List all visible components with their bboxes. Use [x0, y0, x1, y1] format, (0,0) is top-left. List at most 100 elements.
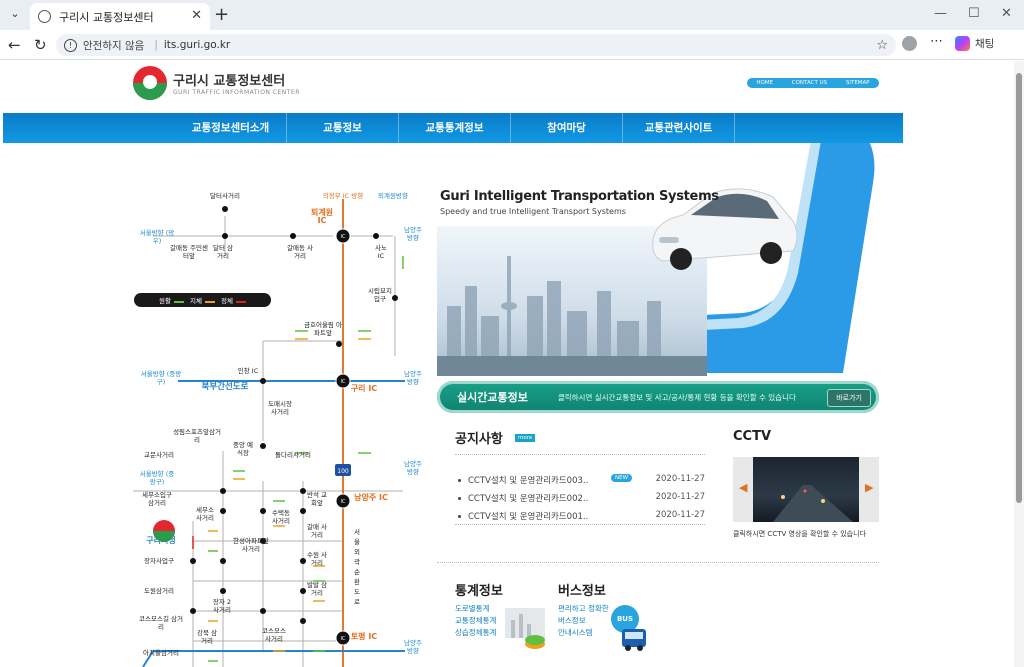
map-label-cosmos-2: 코스모스 사거리 — [262, 627, 286, 643]
top-links: HOME CONTACT US SITEMAP — [747, 78, 879, 88]
site-logo[interactable]: 구리시 교통정보센터 GURI TRAFFIC INFORMATION CENT… — [133, 66, 300, 100]
url-separator: | — [154, 39, 158, 51]
minimize-icon[interactable]: — — [934, 6, 947, 21]
browser-tab[interactable]: 구리시 교통정보센터 ✕ — [30, 3, 210, 30]
contact-link[interactable]: CONTACT US — [792, 80, 827, 86]
cctv-caption: 클릭하시면 CCTV 영상을 확인할 수 있습니다 — [733, 530, 867, 538]
url-field[interactable]: ! 안전하지 않음 | its.guri.go.kr ☆ — [56, 34, 896, 56]
legend-jam: 정체 — [221, 295, 246, 305]
realtime-info-banner[interactable]: 실시간교통정보 클릭하시면 실시간교통정보 및 사고/공사/통제 현황 등을 확… — [437, 381, 879, 413]
map-label-namyang-3: 남양주 방향 — [404, 460, 422, 476]
menu-traffic-info[interactable]: 교통정보 — [287, 113, 399, 143]
map-label-seoul-mangu: 서울방향 (망우) — [139, 229, 175, 245]
main-navigation: 교통정보센터소개 교통정보 교통통계정보 참여마당 교통관련사이트 — [3, 113, 903, 143]
notice-item[interactable]: CCTV설치 및 운영관리카드003.. NEW 2020-11-27 — [455, 474, 705, 492]
window-close-icon[interactable]: ✕ — [1001, 6, 1012, 21]
close-icon[interactable]: ✕ — [191, 8, 202, 23]
stats-link-road[interactable]: 도로별통계 — [455, 603, 496, 615]
copilot-button[interactable]: 채팅 — [955, 36, 994, 51]
map-label-galmae-center: 갈매동 주민센터앞 — [170, 244, 208, 260]
notice-heading: 공지사항 — [455, 432, 503, 447]
map-label-namyang-ic: 남양주 IC — [354, 493, 388, 502]
menu-participation[interactable]: 참여마당 — [511, 113, 623, 143]
notice-divider — [455, 454, 705, 455]
warning-icon: ! — [64, 38, 77, 52]
menu-traffic-stats[interactable]: 교통통계정보 — [399, 113, 511, 143]
map-label-seoul-jungrang: 서울방향 (중랑구) — [140, 370, 182, 386]
map-label-ring-road: 서울외곽순환도로 — [354, 528, 360, 606]
map-label-balbal: 발발 삼거리 — [306, 581, 327, 597]
map-label-suwon: 수원 사거리 — [306, 551, 327, 567]
stats-links: 도로별통계 교통정체통계 상습정체통계 — [455, 603, 496, 639]
tab-list-chevron-icon[interactable]: ⌄ — [6, 7, 24, 23]
legend-slow: 지체 — [190, 295, 215, 305]
guri-city-emblem-icon — [153, 520, 175, 542]
map-label-seoul-jungrang-2: 서울방향 (중랑구) — [139, 470, 175, 486]
cctv-heading: CCTV — [733, 429, 772, 444]
map-label-toegyewon-dir: 퇴계원방향 — [378, 192, 408, 200]
copilot-icon — [955, 36, 970, 51]
more-dots-icon[interactable]: ⋯ — [930, 34, 943, 49]
star-icon[interactable]: ☆ — [876, 38, 888, 53]
scrollbar-thumb[interactable] — [1016, 73, 1022, 503]
map-label-bukbu: 북부간선도로 — [201, 382, 249, 392]
map-label-ahaemol: 아치울삼거리 — [143, 649, 179, 657]
notice-list: CCTV설치 및 운영관리카드003.. NEW 2020-11-27 CCTV설치… — [455, 474, 705, 528]
stats-link-chronic[interactable]: 상습정체통계 — [455, 627, 496, 639]
cctv-viewer[interactable]: ◀ ▶ — [733, 457, 879, 522]
back-arrow-icon[interactable]: ← — [8, 36, 21, 54]
maximize-icon[interactable]: ☐ — [968, 6, 980, 21]
map-label-inchang: 인창 IC — [237, 367, 259, 375]
menu-about[interactable]: 교통정보센터소개 — [175, 113, 287, 143]
guri-emblem-icon — [133, 66, 167, 100]
vertical-scrollbar[interactable] — [1014, 61, 1024, 667]
map-label-semusu-2: 세무소 사거리 — [196, 506, 214, 522]
reload-icon[interactable]: ↻ — [34, 36, 47, 54]
menu-related-sites[interactable]: 교통관련사이트 — [623, 113, 735, 143]
map-label-banseok: 반석 교회앞 — [306, 491, 327, 507]
cctv-prev-arrow-icon[interactable]: ◀ — [739, 481, 747, 494]
map-label-gyomun: 교문사거리 — [144, 451, 174, 459]
browser-tab-bar: ⌄ 구리시 교통정보센터 ✕ + — ☐ ✕ — [0, 0, 1024, 30]
address-bar-row: ← ↻ ! 안전하지 않음 | its.guri.go.kr ☆ — [0, 30, 1024, 60]
map-label-namyang-2: 남양주 방향 — [404, 370, 422, 386]
new-badge: NEW — [611, 474, 633, 482]
bus-link-1[interactable]: 편리하고 정확한 — [558, 603, 609, 615]
logo-subtitle: GURI TRAFFIC INFORMATION CENTER — [173, 89, 300, 96]
map-label-gangbuk: 강북 삼거리 — [196, 629, 217, 645]
profile-avatar[interactable] — [902, 36, 917, 51]
map-label-dowon: 도원삼거리 — [144, 587, 174, 595]
bus-link-2[interactable]: 버스정보 — [558, 615, 609, 627]
cctv-thumbnail[interactable] — [753, 457, 859, 522]
notice-more-button[interactable]: more — [515, 434, 536, 442]
home-link[interactable]: HOME — [756, 80, 773, 86]
tab-title: 구리시 교통정보센터 — [59, 10, 154, 24]
logo-title: 구리시 교통정보센터 — [173, 74, 286, 89]
new-tab-plus-icon[interactable]: + — [214, 4, 229, 25]
stats-chart-icon — [505, 608, 545, 649]
traffic-legend: 원활 지체 정체 — [134, 293, 271, 307]
realtime-title: 실시간교통정보 — [457, 391, 528, 404]
map-label-toepyeong-ic: 토평 IC — [350, 632, 378, 641]
stats-link-congestion[interactable]: 교통정체통계 — [455, 615, 496, 627]
bus-links: 편리하고 정확한 버스정보 안내시스템 — [558, 603, 609, 639]
stats-heading: 통계정보 — [455, 584, 503, 599]
bus-heading: 버스정보 — [558, 584, 606, 599]
notice-item[interactable]: CCTV설치 및 운영관리카드002.. 2020-11-27 — [455, 492, 705, 510]
sitemap-link[interactable]: SITEMAP — [846, 80, 870, 86]
bus-link-3[interactable]: 안내시스템 — [558, 627, 609, 639]
map-label-uijeongbu: 의정부 IC 방향 — [322, 192, 364, 200]
cctv-next-arrow-icon[interactable]: ▶ — [865, 481, 873, 494]
notice-item[interactable]: CCTV설치 및 운영관리카드001.. 2020-11-27 — [455, 510, 705, 528]
map-label-dolda: 돌다리사거리 — [275, 451, 311, 459]
svg-text:IC: IC — [341, 234, 346, 240]
map-label-galmae: 갈매동 사거리 — [287, 244, 313, 260]
map-label-sutaek: 수택동 사거리 — [272, 509, 290, 525]
map-label-dalteo2: 달터 삼거리 — [212, 244, 233, 260]
copilot-label: 채팅 — [975, 38, 995, 50]
svg-text:IC: IC — [341, 499, 346, 505]
car-image — [652, 188, 798, 270]
map-label-sports: 성림스포츠앞삼거리 — [173, 428, 221, 444]
realtime-go-button[interactable]: 바로가기 — [827, 389, 871, 407]
realtime-description: 클릭하시면 실시간교통정보 및 사고/공사/통제 현황 등을 확인할 수 있습니… — [557, 392, 796, 402]
